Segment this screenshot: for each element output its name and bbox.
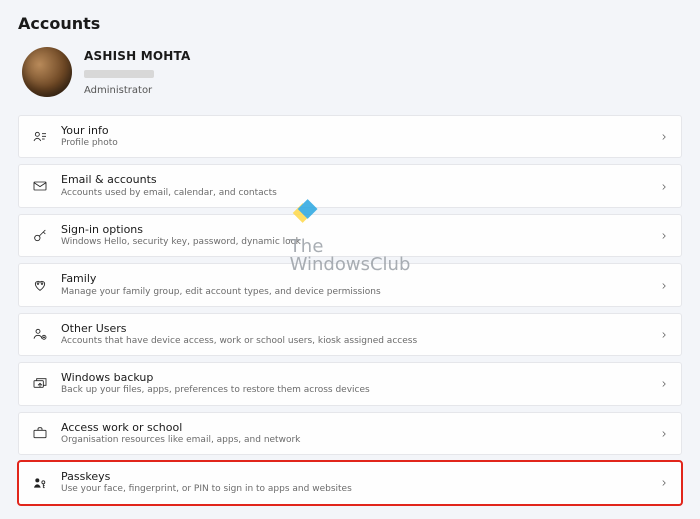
chevron-right-icon — [659, 177, 669, 196]
family-icon — [31, 276, 49, 294]
profile-block: ASHISH MOHTA Administrator — [18, 47, 682, 97]
item-windows-backup[interactable]: Windows backup Back up your files, apps,… — [18, 362, 682, 405]
other-users-icon — [31, 325, 49, 343]
chevron-right-icon — [659, 276, 669, 295]
key-icon — [31, 227, 49, 245]
backup-icon — [31, 375, 49, 393]
item-title: Windows backup — [61, 371, 647, 384]
item-desc: Profile photo — [61, 138, 647, 149]
item-access-work-school[interactable]: Access work or school Organisation resou… — [18, 412, 682, 455]
chevron-right-icon — [659, 226, 669, 245]
item-email-accounts[interactable]: Email & accounts Accounts used by email,… — [18, 164, 682, 207]
profile-name: ASHISH MOHTA — [84, 49, 190, 63]
item-desc: Use your face, fingerprint, or PIN to si… — [61, 484, 647, 495]
item-desc: Back up your files, apps, preferences to… — [61, 385, 647, 396]
item-desc: Manage your family group, edit account t… — [61, 287, 647, 298]
item-desc: Accounts that have device access, work o… — [61, 336, 647, 347]
item-other-users[interactable]: Other Users Accounts that have device ac… — [18, 313, 682, 356]
item-title: Other Users — [61, 322, 647, 335]
item-your-info[interactable]: Your info Profile photo — [18, 115, 682, 158]
profile-handle-redacted — [84, 70, 154, 78]
passkey-icon — [31, 474, 49, 492]
item-title: Email & accounts — [61, 173, 647, 186]
chevron-right-icon — [659, 127, 669, 146]
item-passkeys[interactable]: Passkeys Use your face, fingerprint, or … — [18, 461, 682, 504]
profile-role: Administrator — [84, 85, 190, 96]
chevron-right-icon — [659, 374, 669, 393]
item-title: Passkeys — [61, 470, 647, 483]
item-family[interactable]: Family Manage your family group, edit ac… — [18, 263, 682, 306]
page-title: Accounts — [18, 14, 682, 33]
item-title: Access work or school — [61, 421, 647, 434]
chevron-right-icon — [659, 424, 669, 443]
avatar — [22, 47, 72, 97]
item-desc: Windows Hello, security key, password, d… — [61, 237, 647, 248]
item-title: Family — [61, 272, 647, 285]
item-title: Your info — [61, 124, 647, 137]
item-signin-options[interactable]: Sign-in options Windows Hello, security … — [18, 214, 682, 257]
settings-list: Your info Profile photo Email & accounts… — [18, 115, 682, 505]
mail-icon — [31, 177, 49, 195]
chevron-right-icon — [659, 325, 669, 344]
item-title: Sign-in options — [61, 223, 647, 236]
item-desc: Organisation resources like email, apps,… — [61, 435, 647, 446]
chevron-right-icon — [659, 473, 669, 492]
briefcase-icon — [31, 424, 49, 442]
person-card-icon — [31, 128, 49, 146]
item-desc: Accounts used by email, calendar, and co… — [61, 188, 647, 199]
